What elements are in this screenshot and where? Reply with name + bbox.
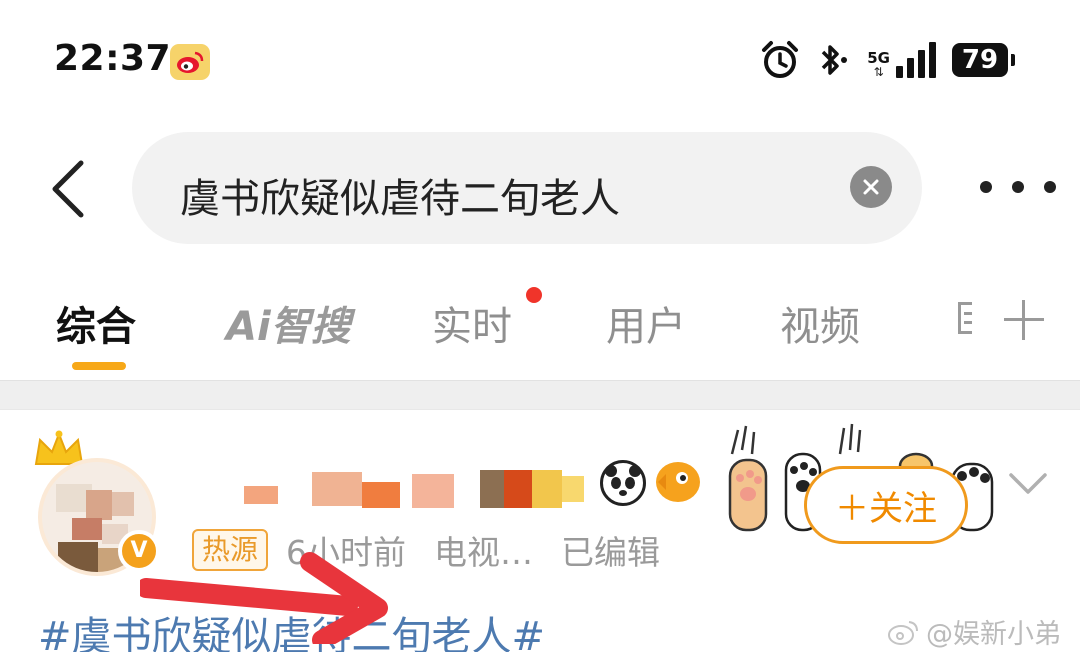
close-icon [863, 179, 879, 195]
alarm-icon [762, 41, 799, 78]
tab-comprehensive[interactable]: 综合 [56, 294, 136, 352]
edited-label: 已编辑 [561, 533, 661, 572]
dot-icon [1012, 181, 1024, 193]
fish-emoji-icon [656, 462, 700, 502]
clock-time: 22:37 [54, 38, 172, 79]
annotation-arrow-icon [140, 552, 388, 644]
back-button[interactable] [44, 158, 90, 220]
status-bar: 22:37 5G ⇅ 79 [0, 0, 1080, 120]
post-source[interactable]: 电视… [434, 526, 533, 574]
battery-icon: 79 [952, 43, 1015, 77]
search-input[interactable]: 虞书欣疑似虐待二旬老人 [132, 132, 922, 244]
signal-icon: 5G ⇅ [867, 42, 936, 78]
active-tab-indicator [72, 362, 126, 370]
tab-realtime[interactable]: 实时 [432, 294, 512, 352]
section-divider [0, 380, 1080, 410]
weibo-notification-icon [170, 44, 210, 80]
tab-ai-search[interactable]: Ai智搜 [226, 294, 351, 352]
search-query-text: 虞书欣疑似虐待二旬老人 [180, 176, 620, 222]
back-chevron-icon [52, 160, 84, 218]
bluetooth-icon [822, 45, 848, 75]
clear-search-button[interactable] [850, 166, 892, 208]
add-tab-plus-icon[interactable] [1004, 300, 1044, 340]
dot-icon [980, 181, 992, 193]
status-icons: 5G ⇅ 79 [761, 40, 1015, 80]
watermark: @娱新小弟 [886, 612, 1061, 651]
username-blurred[interactable] [244, 466, 594, 512]
chevron-down-icon[interactable] [1008, 470, 1048, 500]
weibo-logo-icon [888, 620, 918, 645]
panda-emoji-icon [600, 460, 646, 506]
dot-icon [1044, 181, 1056, 193]
tab-users[interactable]: 用户 [606, 294, 686, 352]
watermark-text: @娱新小弟 [926, 619, 1061, 650]
more-options-button[interactable] [980, 170, 1056, 204]
follow-button[interactable]: ＋关注 [804, 466, 968, 544]
tab-images-partial[interactable] [956, 296, 972, 340]
tab-videos[interactable]: 视频 [780, 294, 860, 352]
network-label: 5G [867, 49, 890, 67]
realtime-notification-dot [526, 287, 542, 303]
